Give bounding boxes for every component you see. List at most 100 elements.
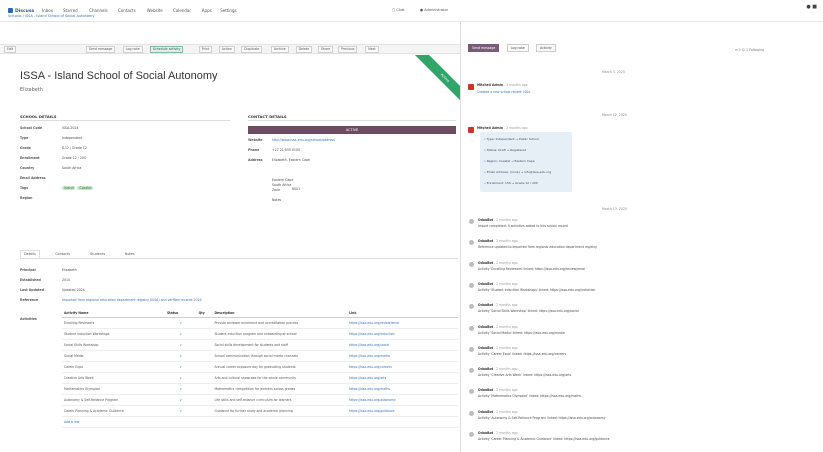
- field-value[interactable]: Elizabeth: [62, 268, 77, 272]
- table-row[interactable]: Autonomy & Self-Reliance Program ✔ Life sk…: [62, 394, 458, 406]
- tab-details[interactable]: Details: [20, 250, 40, 258]
- cell-status[interactable]: ✔: [164, 317, 197, 329]
- cell-status[interactable]: ✔: [164, 394, 197, 406]
- cell-name[interactable]: Career Planning & Academic Guidance: [62, 405, 165, 417]
- cell-status[interactable]: ✔: [164, 372, 197, 384]
- toolbar-button[interactable]: Log note: [122, 46, 143, 53]
- table-row[interactable]: Social Skills Workshop ✔ Social skills dev…: [62, 339, 458, 351]
- cell-name[interactable]: Autonomy & Self-Reliance Program: [62, 394, 165, 406]
- table-row[interactable]: Add a line: [62, 416, 458, 428]
- cell-name[interactable]: Social Skills Workshop: [62, 339, 165, 351]
- cell-link[interactable]: https://issa-edu.org/induction: [347, 328, 458, 340]
- toolbar-button[interactable]: Previous: [338, 46, 358, 53]
- field-value[interactable]: ISSA-2024: [62, 126, 78, 130]
- chat-button[interactable]: □ Chat: [392, 8, 405, 12]
- tab-students[interactable]: Students: [87, 251, 108, 257]
- column-header[interactable]: Qty: [196, 309, 213, 318]
- toolbar-button[interactable]: Next: [365, 46, 379, 53]
- system-tray-icons[interactable]: ● ■: [806, 4, 817, 10]
- field-value[interactable]: 2010: [62, 278, 70, 282]
- column-header[interactable]: Activity Name: [62, 309, 165, 318]
- cell-description[interactable]: Provide reviewer enrolment and accredita…: [212, 317, 348, 329]
- table-row[interactable]: Creative Arts Week ✔ Arts and cultural sho…: [62, 372, 458, 384]
- top-menu-item[interactable]: Starred: [63, 8, 78, 13]
- message-author[interactable]: OdooBot: [478, 325, 493, 329]
- tab-notes[interactable]: Notes: [122, 251, 138, 257]
- toolbar-button[interactable]: Archive: [270, 46, 289, 53]
- top-menu-item[interactable]: Website: [147, 8, 163, 13]
- field-value[interactable]: Elizabeth, Eastern Cape: [272, 158, 310, 162]
- breadcrumb[interactable]: Schools / ISSA - Island School of Social…: [8, 14, 94, 18]
- field-value[interactable]: +27 21 555 0100: [272, 148, 300, 152]
- cell-status[interactable]: ✔: [164, 383, 197, 395]
- toolbar-button[interactable]: Schedule activity: [150, 46, 184, 53]
- message-author[interactable]: OdooBot: [478, 282, 493, 286]
- toolbar-button[interactable]: Duplicate: [241, 46, 263, 53]
- toolbar-button[interactable]: Share: [318, 46, 334, 53]
- field-value[interactable]: Imported from regional education departm…: [62, 298, 202, 302]
- toolbar-button[interactable]: Print: [198, 46, 213, 53]
- top-menu-item[interactable]: Settings: [220, 8, 236, 13]
- top-menu-item[interactable]: Calendar: [173, 8, 191, 13]
- cell-name[interactable]: Creative Arts Week: [62, 372, 165, 384]
- cell-link[interactable]: https://issa-edu.org/media: [347, 350, 458, 362]
- message-author[interactable]: OdooBot: [478, 346, 493, 350]
- tag-badge[interactable]: Island: [62, 186, 76, 190]
- tab-contacts[interactable]: Contacts: [52, 251, 73, 257]
- field-value[interactable]: K-12 / Grade 12: [62, 146, 87, 150]
- cell-status[interactable]: ✔: [164, 350, 197, 362]
- cell-link[interactable]: https://issa-edu.org/arts: [347, 372, 458, 384]
- message-author[interactable]: OdooBot: [478, 367, 493, 371]
- pane-divider[interactable]: [460, 22, 461, 452]
- message-author[interactable]: OdooBot: [478, 218, 493, 222]
- message-author[interactable]: OdooBot: [478, 388, 493, 392]
- status-bar[interactable]: ACTIVE: [248, 126, 456, 134]
- column-header[interactable]: Link: [347, 309, 458, 318]
- tag-badge[interactable]: Coastal: [77, 186, 94, 190]
- chatter-button[interactable]: Log note: [506, 44, 529, 52]
- table-row[interactable]: Social Media ✔ School communication throug…: [62, 350, 458, 362]
- follow-info[interactable]: ✉ 0 ☺ 1 Following: [735, 48, 764, 52]
- cell-status[interactable]: ✔: [164, 328, 197, 340]
- field-value[interactable]: http://www.issa-edu.org/school/address: [272, 138, 335, 142]
- cell-status[interactable]: ✔: [164, 405, 197, 417]
- message-author[interactable]: OdooBot: [478, 261, 493, 265]
- cell-name[interactable]: Enrolling Reviewers: [62, 317, 165, 329]
- cell-link[interactable]: https://issa-edu.org/autonomy: [347, 394, 458, 406]
- top-menu-item[interactable]: Apps: [202, 8, 212, 13]
- chatter-button[interactable]: Send message: [468, 44, 500, 52]
- top-menu-item[interactable]: Channels: [89, 8, 108, 13]
- message-author[interactable]: OdooBot: [478, 410, 493, 414]
- message-author[interactable]: OdooBot: [478, 303, 493, 307]
- cell-link[interactable]: https://issa-edu.org/guidance: [347, 405, 458, 417]
- cell-status[interactable]: ✔: [164, 339, 197, 351]
- field-value[interactable]: Independent: [62, 136, 82, 140]
- cell-name[interactable]: Career Expo: [62, 361, 165, 373]
- field-value[interactable]: Grade 12 / 200: [62, 156, 86, 160]
- tags-field[interactable]: Island Coastal: [62, 186, 95, 190]
- cell-name[interactable]: Add a line: [62, 416, 165, 428]
- column-header[interactable]: Description: [212, 309, 348, 318]
- cell-description[interactable]: Student induction program and onboarding…: [212, 328, 348, 340]
- cell-status[interactable]: ✔: [164, 361, 197, 373]
- toolbar-button[interactable]: Delete: [295, 46, 313, 53]
- column-header[interactable]: Status: [164, 309, 197, 318]
- field-value[interactable]: South Africa: [62, 166, 81, 170]
- cell-link[interactable]: https://issa-edu.org/review/enrol: [347, 317, 458, 329]
- cell-description[interactable]: Arts and cultural showcase for the whole…: [212, 372, 348, 384]
- cell-description[interactable]: [212, 416, 348, 428]
- cell-description[interactable]: Annual career exposure day for graduatin…: [212, 361, 348, 373]
- table-row[interactable]: Career Expo ✔ Annual career exposure day f…: [62, 361, 458, 373]
- user-menu[interactable]: ● Administrator: [420, 8, 448, 12]
- cell-name[interactable]: Student Induction Workshops: [62, 328, 165, 340]
- cell-name[interactable]: Social Media: [62, 350, 165, 362]
- field-value[interactable]: Updated 2024: [62, 288, 85, 292]
- top-menu-item[interactable]: Contacts: [118, 8, 136, 13]
- table-row[interactable]: Mathematics Olympiad ✔ Mathematics competi…: [62, 383, 458, 395]
- cell-description[interactable]: Guidance for further study and academic …: [212, 405, 348, 417]
- cell-description[interactable]: School communication through social medi…: [212, 350, 348, 362]
- toolbar-button[interactable]: Send message: [86, 46, 116, 53]
- cell-status[interactable]: [164, 416, 197, 428]
- cell-link[interactable]: https://issa-edu.org/maths: [347, 383, 458, 395]
- table-row[interactable]: Student Induction Workshops ✔ Student indu…: [62, 328, 458, 340]
